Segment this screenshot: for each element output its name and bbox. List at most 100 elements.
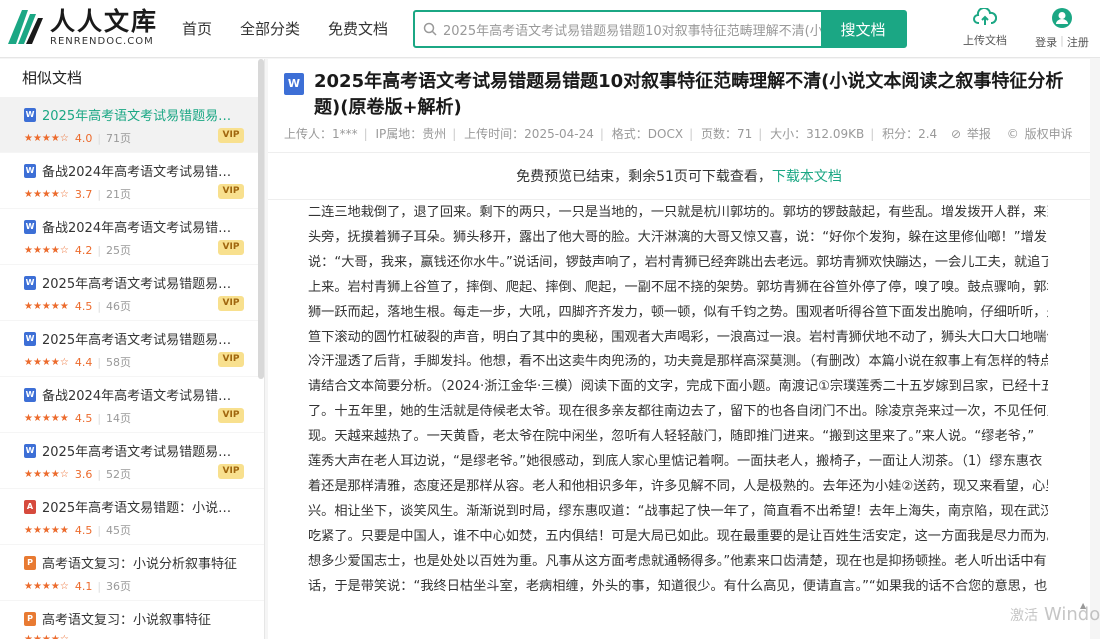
sidebar-item-name: 备战2024年高考语文考试易错题1...: [42, 221, 242, 236]
body-line: 兴。相让坐下，谈笑风生。渐渐说到时局，缪东惠叹道：“战事起了快一年了，简直看不出…: [308, 503, 1048, 519]
vip-badge: VIP: [218, 352, 244, 367]
body-line: 话，于是带笑说：“我终日枯坐斗室，老病相缠，外头的事，知道很少。有什么高见，便请…: [308, 578, 1048, 594]
body-line: 着还是那样清雅，态度还是那样从容。老人和他相识多年，许多见解不同，人是极熟的。去…: [308, 478, 1048, 494]
word-file-icon: W: [284, 73, 304, 95]
rating-score: 4.4: [74, 355, 93, 369]
vip-badge: VIP: [218, 464, 244, 479]
user-avatar-icon: [1052, 8, 1072, 28]
sidebar-item[interactable]: W 2025年高考语文考试易错题易错... ★★★★☆ 4.0 | 71页 VIP: [0, 97, 264, 153]
report-icon: ⊘: [951, 127, 962, 141]
rating-stars-icon: ★★★★☆: [24, 244, 69, 256]
nav-home[interactable]: 首页: [182, 18, 212, 39]
rating-score: 4.2: [74, 243, 93, 257]
document-meta: 上传人：1*** | IP属地：贵州 | 上传时间：2025-04-24 | 格式：D…: [284, 127, 1075, 141]
body-line: 想多少爱国志士，也是处处以百姓为重。凡事从这方面考虑就通畅得多。”他素来口齿清楚…: [308, 553, 1047, 569]
login-link[interactable]: 登录: [1035, 34, 1057, 50]
sidebar-item[interactable]: W 备战2024年高考语文考试易错题1... ★★★★★ 4.5 | 14页 VIP: [0, 377, 264, 433]
rating-stars-icon: ★★★★★: [24, 300, 69, 312]
document-header: W 2025年高考语文考试易错题易错题10对叙事特征范畴理解不清(小说文本阅读之…: [284, 69, 1074, 121]
sidebar-item-name: 2025年高考语文考试易错题易错...: [42, 333, 242, 348]
body-line: 吃紧了。只要是中国人，谁不中心如焚，五内俱结！可是大局已如此。现在最重要的是让百…: [308, 528, 1048, 544]
windows-activation-watermark: 激活 Windo: [1010, 604, 1100, 625]
report-link[interactable]: ⊘ 举报: [951, 127, 993, 141]
upload-button[interactable]: 上传文档: [960, 8, 1010, 50]
meta-points: 积分：2.4: [882, 127, 938, 141]
vip-badge: VIP: [218, 408, 244, 423]
sidebar-item-name: 2025年高考语文考试易错题易错...: [42, 109, 242, 124]
page-count: 71页: [106, 132, 132, 145]
rating-score: 3.7: [74, 187, 93, 201]
document-panel: W 2025年高考语文考试易错题易错题10对叙事特征范畴理解不清(小说文本阅读之…: [268, 59, 1090, 639]
pdf-file-icon: A: [24, 499, 36, 514]
body-line: 笪下滚动的圆竹杠破裂的声音，明白了其中的奥秘，围观者大声喝彩，一浪高过一浪。岩村…: [308, 329, 1048, 345]
logo-domain: RENRENDOC.COM: [50, 36, 154, 47]
rating-stars-icon: ★★★★☆: [24, 188, 69, 200]
vip-badge: VIP: [218, 296, 244, 311]
page-count: 45页: [106, 524, 132, 537]
meta-format: 格式：DOCX: [611, 127, 684, 141]
rating-stars-icon: ★★★★★: [24, 524, 69, 536]
logo-name: 人人文库: [50, 7, 159, 36]
main-nav: 首页 全部分类 免费文档: [182, 18, 416, 39]
rating-score: 4.1: [74, 579, 93, 593]
page-count: 36页: [106, 580, 132, 593]
document-body: 二连三地栽倒了，退了回来。剩下的两只，一只是当地的，一只就是杭川郭坊的。郭坊的锣…: [308, 201, 1048, 600]
sidebar-item[interactable]: W 2025年高考语文考试易错题易错... ★★★★☆ 3.6 | 52页 VIP: [0, 433, 264, 489]
search-input[interactable]: [437, 12, 821, 46]
body-line: 狮一跃而起，落地生根。每走一步，大吼，四脚齐齐发力，顿一顿，似有千钧之势。围观者…: [308, 304, 1048, 320]
sidebar-item-name: 2025年高考语文易错题：小说文...: [42, 501, 242, 516]
nav-all-categories[interactable]: 全部分类: [240, 18, 300, 39]
body-line: 现。天越来越热了。一天黄昏，老太爷在院中闲坐，忽听有人轻轻敲门，随即推门进来。“…: [308, 429, 1035, 445]
similar-docs-sidebar: 相似文档 W 2025年高考语文考试易错题易错... ★★★★☆ 4.0 | 71页 VIP…: [0, 59, 265, 639]
body-line: 冷汗湿透了后背，手脚发抖。他想，看不出这卖牛肉兜汤的，功夫竟是那样高深莫测。（有…: [308, 354, 1048, 370]
top-header: 人人文库 RENRENDOC.COM 首页 全部分类 免费文档 搜文档 上传文档…: [0, 0, 1100, 58]
sidebar-item[interactable]: W 2025年高考语文考试易错题易错... ★★★★☆ 4.4 | 58页 VIP: [0, 321, 264, 377]
body-line: 头旁，抚摸着狮子耳朵。狮头移开，露出了他大哥的脸。大汗淋漓的大哥又惊又喜，说：“…: [308, 229, 1047, 245]
rating-score: 4.5: [74, 299, 93, 313]
body-line: 请结合文本简要分析。（2024·浙江金华·三模）阅读下面的文字，完成下面小题。南…: [308, 379, 1048, 395]
sidebar-item[interactable]: A 2025年高考语文易错题：小说文... ★★★★★ 4.5 | 45页: [0, 489, 264, 545]
divider: |: [1060, 34, 1064, 47]
download-link[interactable]: 下载本文档: [772, 169, 842, 185]
cloud-upload-icon: [973, 8, 997, 25]
page-count: 58页: [106, 356, 132, 369]
sidebar-item[interactable]: P 高考语文复习：小说叙事特征 ★★★★☆: [0, 601, 264, 639]
ppt-file-icon: P: [24, 555, 36, 570]
register-link[interactable]: 注册: [1067, 34, 1089, 50]
meta-upload-time: 上传时间：2025-04-24: [464, 127, 594, 141]
rating-stars-icon: ★★★★☆: [24, 132, 69, 144]
vip-badge: VIP: [218, 184, 244, 199]
sidebar-item[interactable]: W 备战2024年高考语文考试易错题1... ★★★★☆ 3.7 | 21页 VIP: [0, 153, 264, 209]
vip-badge: VIP: [218, 128, 244, 143]
copyright-link[interactable]: © 版权申诉: [1007, 127, 1075, 141]
site-logo[interactable]: 人人文库 RENRENDOC.COM: [6, 8, 158, 50]
document-title: W 2025年高考语文考试易错题易错题10对叙事特征范畴理解不清(小说文本阅读之…: [284, 69, 1074, 121]
rating-stars-icon: ★★★★★: [24, 412, 69, 424]
search-icon: [415, 12, 437, 46]
word-file-icon: W: [24, 163, 36, 178]
rating-stars-icon: ★★★★☆: [24, 580, 69, 592]
meta-size: 大小：312.09KB: [770, 127, 865, 141]
sidebar-item-name: 2025年高考语文考试易错题易错...: [42, 277, 242, 292]
upload-label: 上传文档: [963, 34, 1007, 47]
sidebar-item-name: 备战2024年高考语文考试易错题1...: [42, 389, 242, 404]
page-count: 25页: [106, 244, 132, 257]
body-line: 二连三地栽倒了，退了回来。剩下的两只，一只是当地的，一只就是杭川郭坊的。郭坊的锣…: [308, 205, 1048, 220]
sidebar-item-name: 高考语文复习：小说叙事特征: [42, 613, 212, 628]
sidebar-item[interactable]: W 2025年高考语文考试易错题易错... ★★★★★ 4.5 | 46页 VIP: [0, 265, 264, 321]
nav-free-docs[interactable]: 免费文档: [328, 18, 388, 39]
search-button[interactable]: 搜文档: [821, 12, 905, 46]
sidebar-item[interactable]: P 高考语文复习：小说分析叙事特征 ★★★★☆ 4.1 | 36页: [0, 545, 264, 601]
user-area: 登录 | 注册: [1026, 8, 1098, 50]
sidebar-title: 相似文档: [22, 69, 83, 87]
sidebar-item[interactable]: W 备战2024年高考语文考试易错题1... ★★★★☆ 4.2 | 25页 VIP: [0, 209, 264, 265]
page-count: 52页: [106, 468, 132, 481]
page-count: 46页: [106, 300, 132, 313]
rating-score: 4.5: [74, 523, 93, 537]
body-line: 莲秀大声在老人耳边说，“是缪老爷。”她很感动，到底人家心里惦记着啊。一面扶老人，…: [308, 454, 1043, 470]
rating-stars-icon: ★★★★☆: [24, 634, 69, 639]
body-line: 了。十五年里，她的生活就是侍候老太爷。现在很多亲友都往南边去了，留下的也各自闭门…: [308, 404, 1048, 420]
sidebar-scrollbar[interactable]: [258, 59, 264, 379]
search-bar: 搜文档: [413, 10, 907, 48]
logo-mark-icon: [6, 8, 44, 46]
